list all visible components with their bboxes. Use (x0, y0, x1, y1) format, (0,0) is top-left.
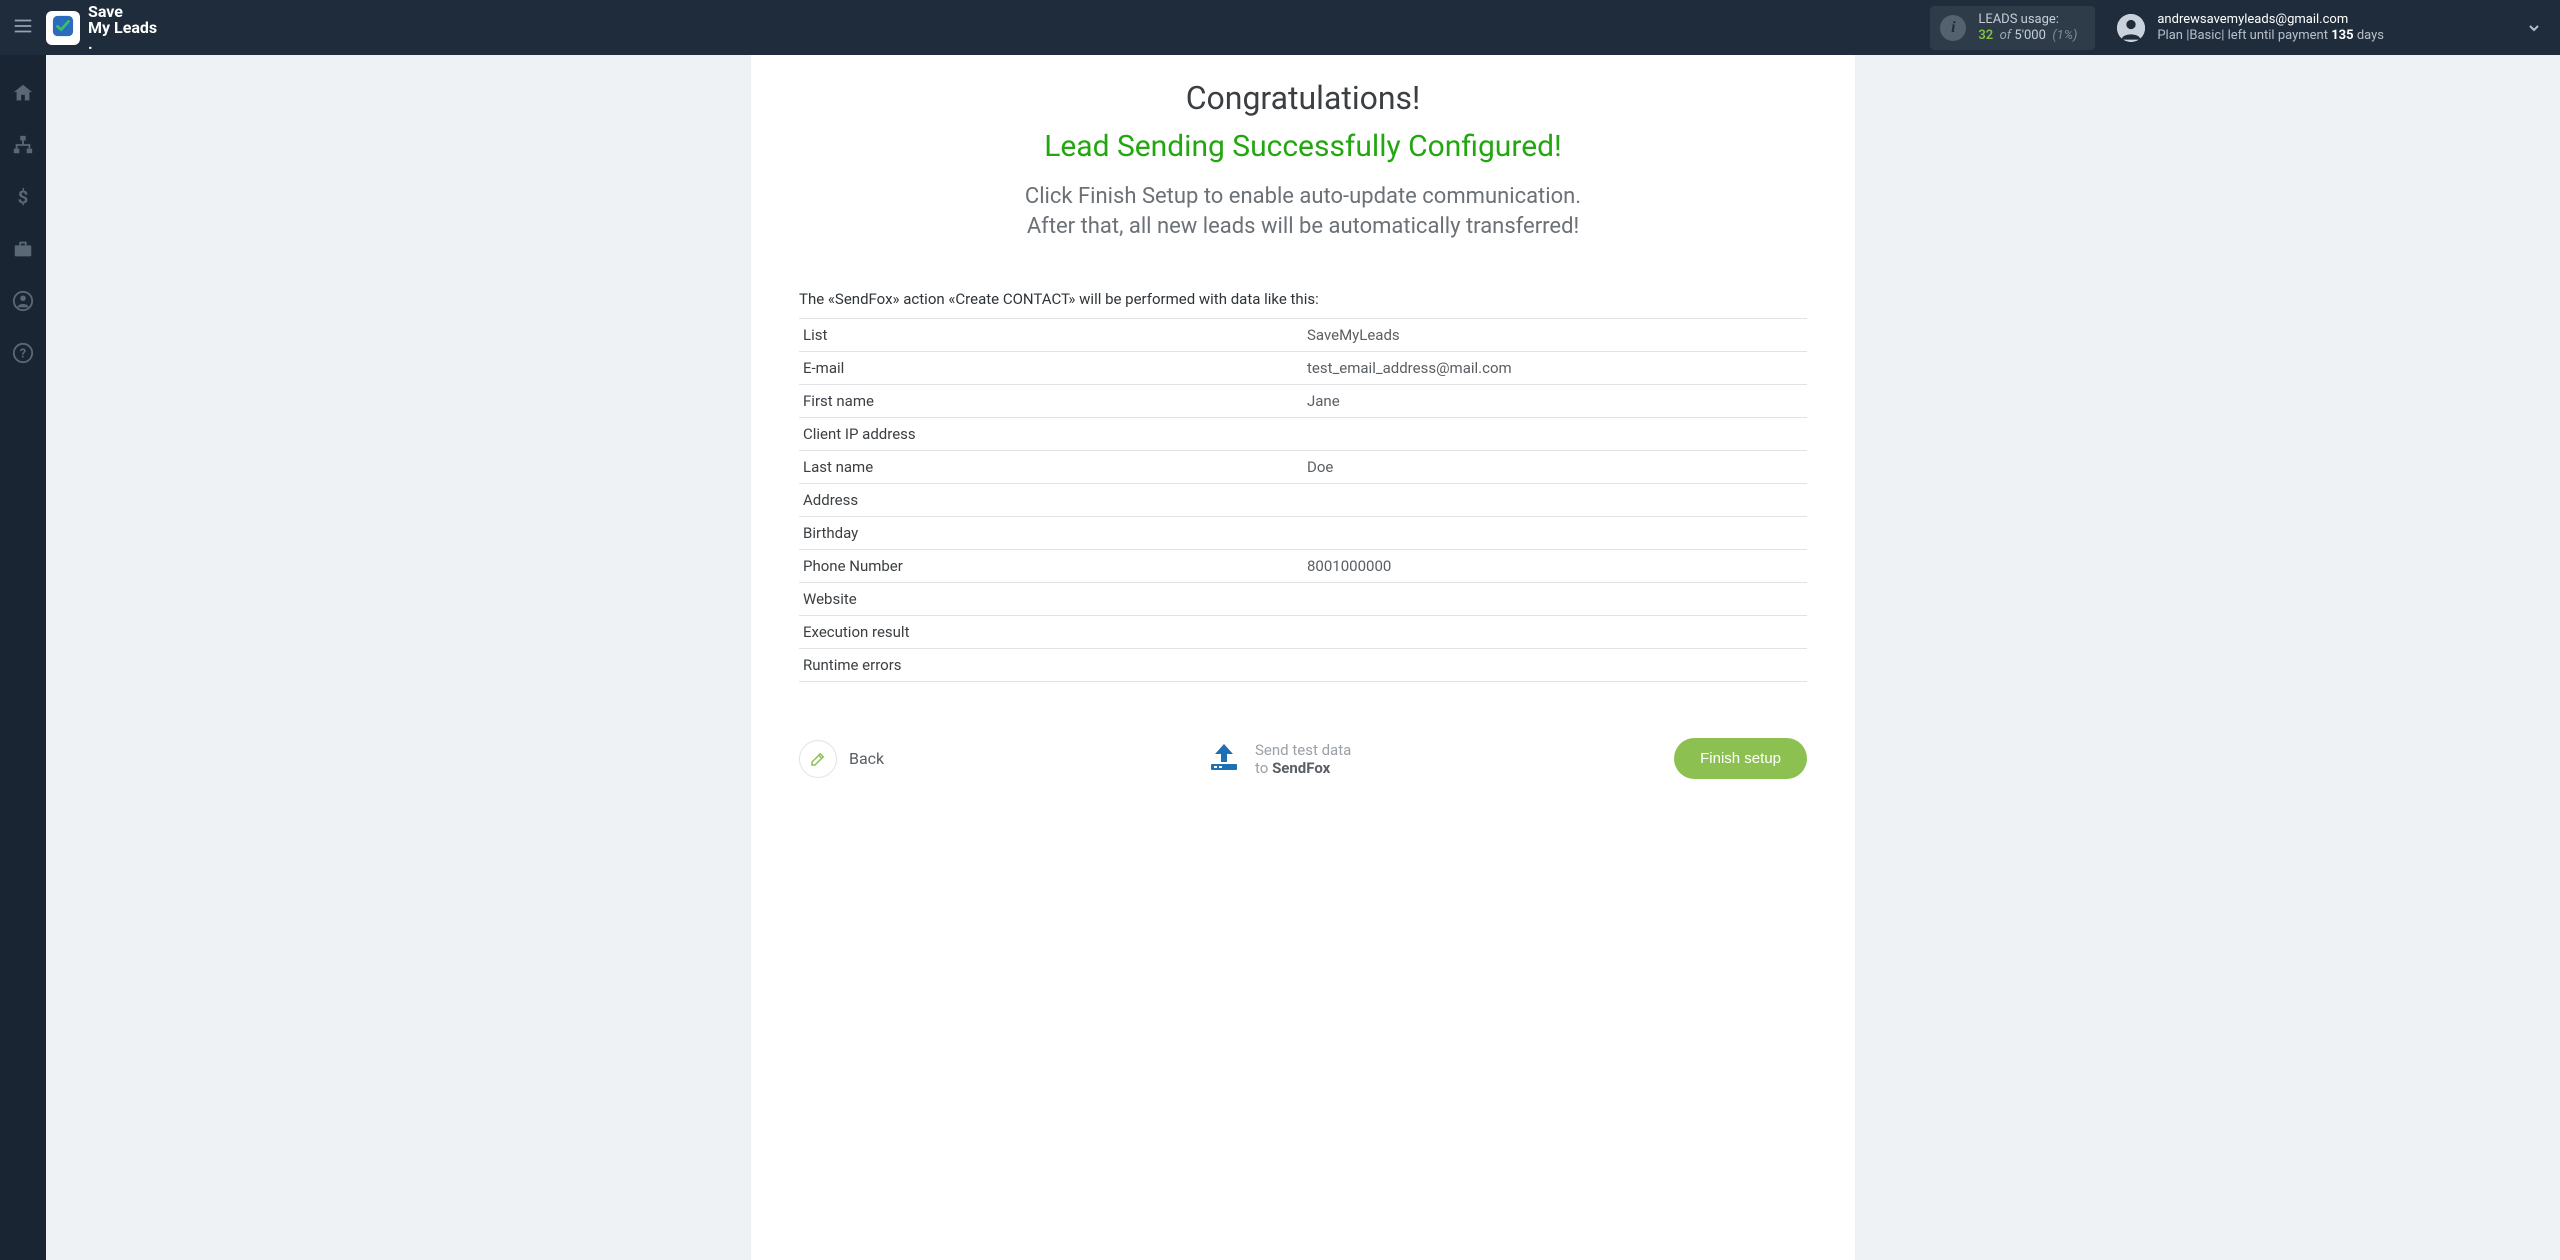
pencil-icon (799, 740, 837, 778)
footer-actions: Back Send test data to SendFox Finish se… (799, 738, 1807, 779)
table-row: ListSaveMyLeads (799, 319, 1807, 352)
field-name: Address (799, 484, 1303, 517)
table-row: Address (799, 484, 1807, 517)
subheading-line2: After that, all new leads will be automa… (799, 212, 1807, 242)
leads-usage-text: LEADS usage: 32 of 5'000 (1%) (1978, 12, 2077, 44)
table-row: Runtime errors (799, 649, 1807, 682)
table-row: Client IP address (799, 418, 1807, 451)
send-test-line1: Send test data (1255, 741, 1351, 759)
content-panel: Congratulations! Lead Sending Successful… (751, 55, 1855, 1260)
leads-usage-box: i LEADS usage: 32 of 5'000 (1%) (1930, 6, 2095, 50)
heading-congrats: Congratulations! (799, 79, 1807, 117)
send-test-button[interactable]: Send test data to SendFox (1207, 741, 1351, 777)
hamburger-icon (12, 15, 34, 41)
account-email: andrewsavemyleads@gmail.com (2157, 12, 2384, 28)
table-row: Phone Number8001000000 (799, 550, 1807, 583)
send-test-label: Send test data to SendFox (1255, 741, 1351, 777)
sidebar-item-home[interactable] (11, 83, 35, 107)
page-body: Congratulations! Lead Sending Successful… (46, 55, 2560, 1260)
finish-setup-button[interactable]: Finish setup (1674, 738, 1807, 779)
field-value: 8001000000 (1303, 550, 1807, 583)
usage-used: 32 (1978, 28, 1993, 43)
user-icon (12, 290, 34, 316)
usage-total: 5'000 (2014, 28, 2046, 43)
table-row: Birthday (799, 517, 1807, 550)
sidebar-item-account[interactable] (11, 291, 35, 315)
usage-of: of (2000, 28, 2012, 43)
field-value (1303, 517, 1807, 550)
field-name: Client IP address (799, 418, 1303, 451)
svg-text:?: ? (20, 347, 26, 362)
account-plan: Plan |Basic| left until payment 135 days (2157, 28, 2384, 44)
heading-success: Lead Sending Successfully Configured! (799, 129, 1807, 164)
field-value (1303, 418, 1807, 451)
field-value (1303, 484, 1807, 517)
subheading: Click Finish Setup to enable auto-update… (799, 182, 1807, 242)
brand-logo (46, 11, 80, 45)
field-name: Runtime errors (799, 649, 1303, 682)
svg-text:$: $ (18, 187, 29, 208)
table-row: E-mailtest_email_address@mail.com (799, 352, 1807, 385)
account-text: andrewsavemyleads@gmail.com Plan |Basic|… (2157, 12, 2384, 44)
sitemap-icon (12, 134, 34, 160)
chevron-down-icon (2526, 20, 2542, 36)
field-name: Phone Number (799, 550, 1303, 583)
sidebar-item-connections[interactable] (11, 135, 35, 159)
dollar-icon: $ (12, 186, 34, 212)
sidebar-item-billing[interactable]: $ (11, 187, 35, 211)
usage-label: LEADS usage: (1978, 12, 2077, 28)
home-icon (12, 82, 34, 108)
upload-icon (1207, 742, 1241, 776)
table-row: Last nameDoe (799, 451, 1807, 484)
preview-table: ListSaveMyLeadsE-mailtest_email_address@… (799, 318, 1807, 682)
field-value: Doe (1303, 451, 1807, 484)
subheading-line1: Click Finish Setup to enable auto-update… (799, 182, 1807, 212)
field-value (1303, 649, 1807, 682)
field-name: Birthday (799, 517, 1303, 550)
back-label: Back (849, 749, 884, 768)
sidebar-item-briefcase[interactable] (11, 239, 35, 263)
table-row: Execution result (799, 616, 1807, 649)
table-row: Website (799, 583, 1807, 616)
table-row: First nameJane (799, 385, 1807, 418)
menu-toggle-button[interactable] (0, 0, 46, 55)
field-value: Jane (1303, 385, 1807, 418)
field-name: Execution result (799, 616, 1303, 649)
back-button[interactable]: Back (799, 740, 884, 778)
field-name: Website (799, 583, 1303, 616)
field-value (1303, 583, 1807, 616)
field-name: List (799, 319, 1303, 352)
field-name: Last name (799, 451, 1303, 484)
usage-pct: (1%) (2052, 28, 2077, 43)
action-preface: The «SendFox» action «Create CONTACT» wi… (799, 290, 1807, 308)
info-icon: i (1940, 15, 1966, 41)
field-name: First name (799, 385, 1303, 418)
brand-line2: My Leads (88, 20, 157, 36)
send-test-destination: SendFox (1272, 759, 1330, 777)
top-bar: Save My Leads . i LEADS usage: 32 of 5'0… (0, 0, 2560, 55)
checkmark-icon (52, 15, 74, 41)
avatar-icon (2117, 14, 2145, 42)
sidebar: $ ? (0, 55, 46, 1260)
sidebar-item-help[interactable]: ? (11, 343, 35, 367)
field-value: SaveMyLeads (1303, 319, 1807, 352)
brand-name: Save My Leads . (88, 4, 157, 52)
field-name: E-mail (799, 352, 1303, 385)
field-value (1303, 616, 1807, 649)
help-icon: ? (12, 342, 34, 368)
field-value: test_email_address@mail.com (1303, 352, 1807, 385)
account-menu[interactable]: andrewsavemyleads@gmail.com Plan |Basic|… (2117, 12, 2542, 44)
briefcase-icon (12, 238, 34, 264)
